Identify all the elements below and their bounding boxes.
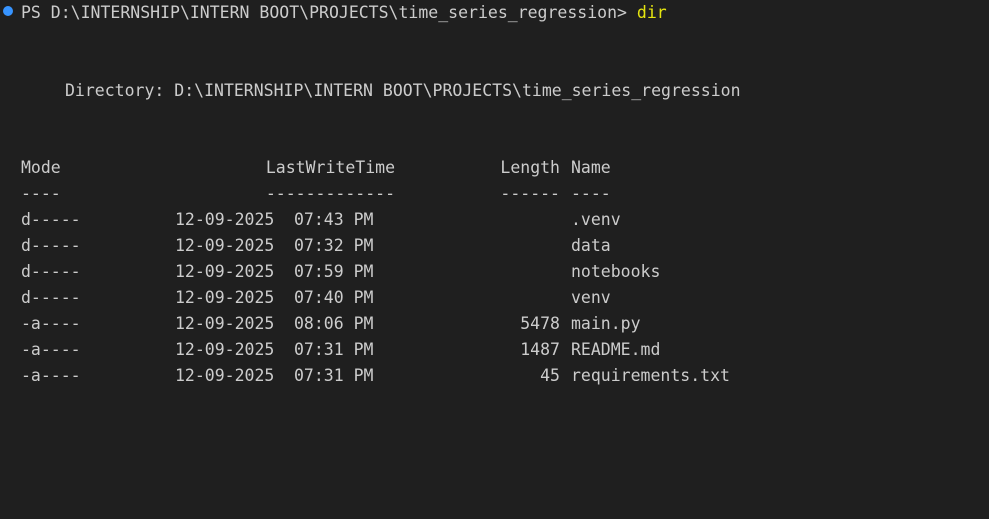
row-mode: -a---- <box>21 366 81 385</box>
row-length: 1487 <box>520 340 560 359</box>
terminal-window[interactable]: { "prompt": { "path": "PS D:\\INTERNSHIP… <box>0 0 989 415</box>
row-mode: -a---- <box>21 314 81 333</box>
header-mode: Mode <box>21 158 61 177</box>
separator-lastwritetime: ------------- <box>265 184 395 203</box>
row-length <box>460 207 560 233</box>
row-name: requirements.txt <box>571 366 730 385</box>
separator-name: ---- <box>571 184 611 203</box>
row-time: 07:40 PM <box>294 288 374 307</box>
row-time: 07:31 PM <box>294 366 374 385</box>
row-date: 12-09-2025 <box>175 314 275 333</box>
table-row: d----- 12-09-2025 07:59 PM notebooks <box>0 259 989 285</box>
separator-mode: ---- <box>21 184 61 203</box>
directory-label: Directory: D:\INTERNSHIP\INTERN BOOT\PRO… <box>65 81 741 100</box>
table-row: d----- 12-09-2025 07:40 PM venv <box>0 285 989 311</box>
row-time: 07:59 PM <box>294 262 374 281</box>
row-name: venv <box>571 288 611 307</box>
row-date: 12-09-2025 <box>175 262 275 281</box>
separator-length: ------ <box>500 184 560 203</box>
header-name: Name <box>571 158 611 177</box>
row-name: .venv <box>571 210 621 229</box>
prompt-path: PS D:\INTERNSHIP\INTERN BOOT\PROJECTS\ti… <box>21 3 627 22</box>
row-name: notebooks <box>571 262 661 281</box>
row-name: README.md <box>571 340 661 359</box>
row-date: 12-09-2025 <box>175 340 275 359</box>
row-length <box>460 285 560 311</box>
row-time: 08:06 PM <box>294 314 374 333</box>
row-mode: d----- <box>21 210 81 229</box>
header-length: Length <box>500 158 560 177</box>
table-row: -a---- 12-09-2025 07:31 PM 45 requiremen… <box>0 363 989 389</box>
command-status-icon[interactable] <box>3 6 13 16</box>
table-row: -a---- 12-09-2025 07:31 PM 1487 README.m… <box>0 337 989 363</box>
row-length <box>460 259 560 285</box>
prompt-text: PS D:\INTERNSHIP\INTERN BOOT\PROJECTS\ti… <box>21 0 667 26</box>
header-lastwritetime: LastWriteTime <box>265 158 395 177</box>
row-length <box>460 233 560 259</box>
row-length: 45 <box>540 366 560 385</box>
row-time: 07:32 PM <box>294 236 374 255</box>
row-date: 12-09-2025 <box>175 210 275 229</box>
command-text: dir <box>636 3 667 22</box>
table-row: -a---- 12-09-2025 08:06 PM 5478 main.py <box>0 311 989 337</box>
table-row: d----- 12-09-2025 07:32 PM data <box>0 233 989 259</box>
row-name: data <box>571 236 611 255</box>
row-date: 12-09-2025 <box>175 366 275 385</box>
row-date: 12-09-2025 <box>175 236 275 255</box>
table-header: Mode LastWriteTime Length Name <box>0 155 989 181</box>
row-mode: d----- <box>21 288 81 307</box>
row-time: 07:43 PM <box>294 210 374 229</box>
prompt-line: PS D:\INTERNSHIP\INTERN BOOT\PROJECTS\ti… <box>0 0 989 26</box>
row-length: 5478 <box>520 314 560 333</box>
row-mode: d----- <box>21 262 81 281</box>
row-mode: d----- <box>21 236 81 255</box>
table-row: d----- 12-09-2025 07:43 PM .venv <box>0 207 989 233</box>
row-name: main.py <box>571 314 641 333</box>
row-mode: -a---- <box>21 340 81 359</box>
row-date: 12-09-2025 <box>175 288 275 307</box>
table-separator: ---- ------------- ------ ---- <box>0 181 989 207</box>
row-time: 07:31 PM <box>294 340 374 359</box>
